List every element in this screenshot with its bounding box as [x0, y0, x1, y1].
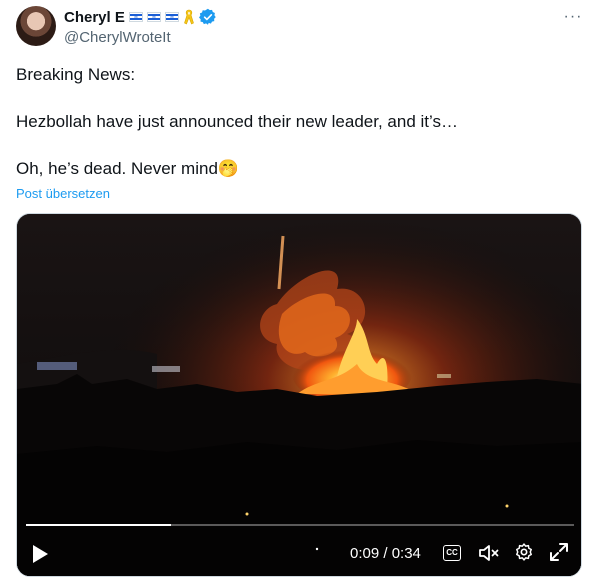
video-progress-fill [26, 524, 172, 526]
verified-badge-icon [198, 8, 216, 25]
muted-speaker-icon[interactable] [478, 543, 500, 563]
video-player[interactable]: 0:09 / 0:34 CC [16, 213, 582, 577]
fullscreen-icon[interactable] [549, 542, 569, 562]
tweet-text-line-2: Hezbollah have just announced their new … [16, 112, 458, 131]
tweet-card[interactable]: Cheryl E ✡ ✡ ✡ @CherylWroteIt ··· Breaki… [0, 0, 599, 583]
more-icon[interactable]: ··· [562, 6, 584, 28]
settings-gear-icon[interactable] [514, 542, 534, 562]
play-icon[interactable] [31, 544, 49, 564]
yellow-ribbon-icon [183, 9, 194, 25]
video-frame-explosion [17, 214, 581, 576]
tweet-text-line-3: Oh, he’s dead. Never mind🤭 [16, 159, 240, 178]
tweet-text-line-1: Breaking News: [16, 65, 136, 84]
author-handle[interactable]: @CherylWroteIt [64, 29, 171, 46]
video-progress-bar[interactable] [26, 524, 574, 526]
israel-flag-icon: ✡ [146, 12, 161, 22]
video-time: 0:09 / 0:34 [350, 545, 421, 562]
author-name-row: Cheryl E ✡ ✡ ✡ [64, 8, 217, 26]
display-name[interactable]: Cheryl E [64, 9, 125, 26]
israel-flag-icon: ✡ [128, 12, 143, 22]
israel-flag-icon: ✡ [164, 12, 179, 22]
captions-icon[interactable]: CC [443, 545, 461, 561]
translate-post-link[interactable]: Post übersetzen [16, 186, 110, 201]
avatar[interactable] [16, 6, 56, 46]
